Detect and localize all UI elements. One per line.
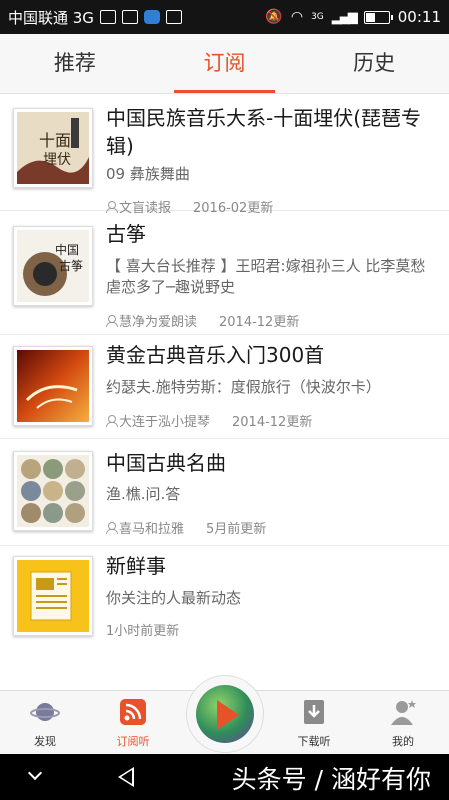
list-item[interactable]: 中国古典名曲 渔.樵.问.答 喜马和拉雅 5月前更新 <box>0 439 449 546</box>
carrier-label: 中国联通 3G <box>8 8 94 27</box>
album-cover-guzheng: 中国 古筝 <box>13 226 93 306</box>
battery-icon <box>363 10 393 24</box>
item-subtitle: 09 彝族舞曲 <box>106 165 190 183</box>
item-meta: 1小时前更新 <box>106 620 179 639</box>
item-updated: 2014-12更新 <box>219 315 300 330</box>
item-author: 慧净为爱朗读 <box>119 315 198 330</box>
app-notification-icon <box>143 10 160 24</box>
mute-icon: 🔕 <box>265 9 283 25</box>
user-icon <box>388 697 418 727</box>
item-updated: 5月前更新 <box>206 522 267 537</box>
item-title: 新鲜事 <box>106 554 166 578</box>
svg-text:古筝: 古筝 <box>59 258 83 273</box>
watermark: 头条号 / 涵好有你 <box>231 765 431 794</box>
rss-icon <box>118 697 148 727</box>
cover-art <box>17 350 89 422</box>
download-icon <box>299 697 329 727</box>
nav-subscribe[interactable]: 订阅听 <box>98 697 168 749</box>
list-item[interactable]: 中国 古筝 古筝 【 喜大台长推荐 】王昭君:嫁祖孙三人 比李莫愁虐恋多了─趣说… <box>0 211 449 335</box>
nav-profile[interactable]: 我的 <box>368 697 438 749</box>
svg-text:中国: 中国 <box>55 242 79 257</box>
newspaper-icon <box>13 556 93 636</box>
battery-fill <box>365 12 376 22</box>
nav-label: 下载听 <box>297 735 331 748</box>
cover-art <box>17 560 89 632</box>
nav-label: 发现 <box>34 735 56 748</box>
tab-subscribe[interactable]: 订阅 <box>150 34 300 93</box>
author-icon <box>106 315 118 327</box>
album-cover-paintings <box>13 451 93 531</box>
cover-art: 十面 埋伏 <box>17 112 89 184</box>
now-playing-button[interactable] <box>186 675 264 753</box>
cover-art: 中国 古筝 <box>17 230 89 302</box>
sim-notification-icon <box>165 10 182 24</box>
item-meta: 慧净为爱朗读 2014-12更新 <box>106 311 299 330</box>
album-cover-pipa: 十面 埋伏 <box>13 108 93 188</box>
back-icon[interactable] <box>118 767 134 787</box>
play-icon <box>217 700 239 730</box>
nav-label: 订阅听 <box>116 735 150 748</box>
item-author: 喜马和拉雅 <box>119 522 185 537</box>
nav-discover[interactable]: 发现 <box>10 697 80 749</box>
wifi-icon: ◠ <box>290 9 304 25</box>
image-notification-icon <box>99 10 116 24</box>
item-author: 大连于泓小提琴 <box>119 415 211 430</box>
album-cover-classical <box>13 346 93 426</box>
keyboard-notification-icon <box>121 10 138 24</box>
clock: 00:11 <box>397 8 441 26</box>
item-subtitle: 渔.樵.问.答 <box>106 485 181 503</box>
status-bar: 中国联通 3G 🔕 ◠ 3G ▂▄▆ 00:11 <box>0 0 449 34</box>
svg-text:十面: 十面 <box>39 131 71 150</box>
item-updated: 1小时前更新 <box>106 624 180 639</box>
tab-history[interactable]: 历史 <box>299 34 449 93</box>
subscription-list: 十面 埋伏 中国民族音乐大系-十面埋伏(琵琶专辑) 09 彝族舞曲 文盲读报 2… <box>0 94 449 650</box>
list-item[interactable]: 十面 埋伏 中国民族音乐大系-十面埋伏(琵琶专辑) 09 彝族舞曲 文盲读报 2… <box>0 94 449 216</box>
author-icon <box>106 415 118 427</box>
author-icon <box>106 522 118 534</box>
cover-art <box>17 455 89 527</box>
signal-icon: ▂▄▆ <box>331 9 358 25</box>
nav-download[interactable]: 下载听 <box>279 697 349 749</box>
network-type-label: 3G <box>311 12 324 22</box>
tab-bar: 推荐 订阅 历史 <box>0 34 449 94</box>
item-title: 中国民族音乐大系-十面埋伏(琵琶专辑) <box>106 106 422 158</box>
item-subtitle: 【 喜大台长推荐 】王昭君:嫁祖孙三人 比李莫愁虐恋多了─趣说野史 <box>106 257 426 296</box>
item-meta: 喜马和拉雅 5月前更新 <box>106 518 266 537</box>
list-item[interactable]: 新鲜事 你关注的人最新动态 1小时前更新 <box>0 546 449 650</box>
planet-icon <box>30 697 60 727</box>
system-nav-bar: 头条号 / 涵好有你 <box>0 754 449 800</box>
item-title: 古筝 <box>106 222 146 246</box>
nav-label: 我的 <box>392 735 414 748</box>
item-title: 中国古典名曲 <box>106 451 226 475</box>
list-item[interactable]: 黄金古典音乐入门300首 约瑟夫.施特劳斯：度假旅行（快波尔卡） 大连于泓小提琴… <box>0 335 449 439</box>
svg-text:埋伏: 埋伏 <box>43 152 71 168</box>
item-updated: 2014-12更新 <box>232 415 313 430</box>
tab-recommend[interactable]: 推荐 <box>0 34 150 93</box>
item-meta: 大连于泓小提琴 2014-12更新 <box>106 411 312 430</box>
item-subtitle: 约瑟夫.施特劳斯：度假旅行（快波尔卡） <box>106 378 381 396</box>
item-subtitle: 你关注的人最新动态 <box>106 589 242 607</box>
chevron-down-icon[interactable] <box>27 765 43 781</box>
item-title: 黄金古典音乐入门300首 <box>106 343 325 367</box>
